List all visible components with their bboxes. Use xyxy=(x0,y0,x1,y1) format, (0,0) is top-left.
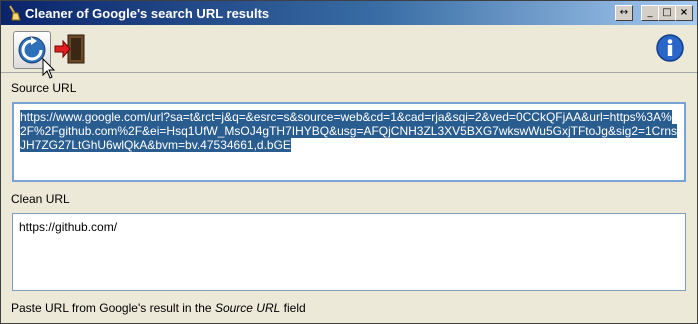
source-url-label: Source URL xyxy=(11,81,77,95)
title-bar[interactable]: Cleaner of Google's search URL results ↔… xyxy=(1,1,697,25)
source-url-text: https://www.google.com/url?sa=t&rct=j&q=… xyxy=(20,110,678,152)
clean-url-field[interactable]: https://github.com/ xyxy=(12,213,686,291)
mouse-pointer-icon xyxy=(42,58,56,79)
toolbar xyxy=(1,26,697,73)
maximize-icon: □ xyxy=(662,7,672,18)
restore-size-button[interactable]: ↔ xyxy=(615,5,633,21)
clean-url-label: Clean URL xyxy=(11,192,70,206)
close-button[interactable]: × xyxy=(675,5,693,21)
resize-arrows-icon: ↔ xyxy=(619,7,629,18)
status-suffix: field xyxy=(280,301,306,315)
app-window: Cleaner of Google's search URL results ↔… xyxy=(0,0,698,324)
window-title: Cleaner of Google's search URL results xyxy=(25,6,270,21)
close-icon: × xyxy=(679,7,689,18)
maximize-button[interactable]: □ xyxy=(658,5,676,21)
info-button[interactable] xyxy=(655,33,685,63)
status-emphasis: Source URL xyxy=(214,301,281,315)
broom-icon xyxy=(9,5,21,21)
source-url-field[interactable]: https://www.google.com/url?sa=t&rct=j&q=… xyxy=(12,102,686,182)
clean-url-text: https://github.com/ xyxy=(19,220,118,234)
status-message: Paste URL from Google's result in the So… xyxy=(11,301,306,315)
exit-button[interactable] xyxy=(53,31,89,67)
exit-door-icon xyxy=(54,34,85,64)
info-icon xyxy=(656,34,684,62)
minimize-button[interactable]: _ xyxy=(641,5,659,21)
minimize-icon: _ xyxy=(647,7,653,18)
status-prefix: Paste URL from Google's result in the xyxy=(11,301,215,315)
